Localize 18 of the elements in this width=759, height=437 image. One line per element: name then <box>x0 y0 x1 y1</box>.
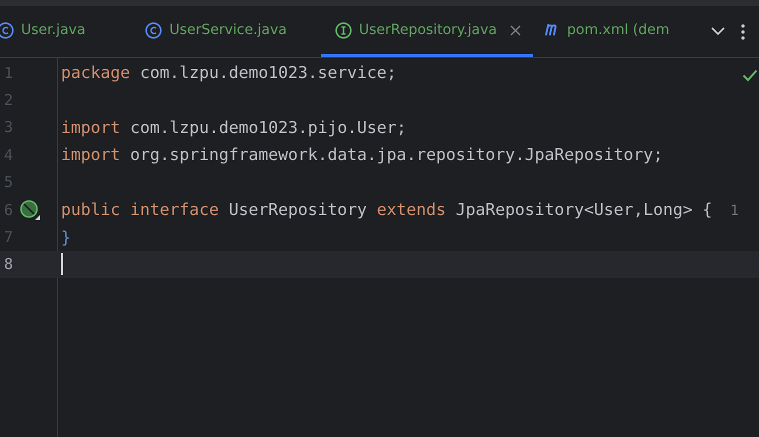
line-number: 8 <box>3 255 14 274</box>
class-icon <box>0 22 14 38</box>
editor-tab[interactable]: pom.xml (dem <box>533 6 670 57</box>
chevron-down-icon[interactable] <box>711 27 725 36</box>
code-line: package com.lzpu.demo1023.service; <box>61 63 397 82</box>
close-icon[interactable] <box>510 24 521 36</box>
class-icon <box>145 22 162 38</box>
editor-tab[interactable]: UserService.java <box>131 6 321 57</box>
more-icon[interactable] <box>741 24 745 40</box>
text-cursor <box>61 253 63 276</box>
code-line: public interface UserRepository extends JpaRepository<User,Long> { 1 <box>61 200 740 220</box>
code-line: import org.springframework.data.jpa.repository.JpaRepository; <box>61 145 663 164</box>
code-line: } <box>61 228 71 247</box>
code-line: import com.lzpu.demo1023.pijo.User; <box>61 118 406 137</box>
editor-tab[interactable]: User.java <box>0 6 132 57</box>
check-icon <box>742 69 758 82</box>
interface-icon <box>334 22 352 38</box>
implemented-icon[interactable] <box>19 198 41 221</box>
